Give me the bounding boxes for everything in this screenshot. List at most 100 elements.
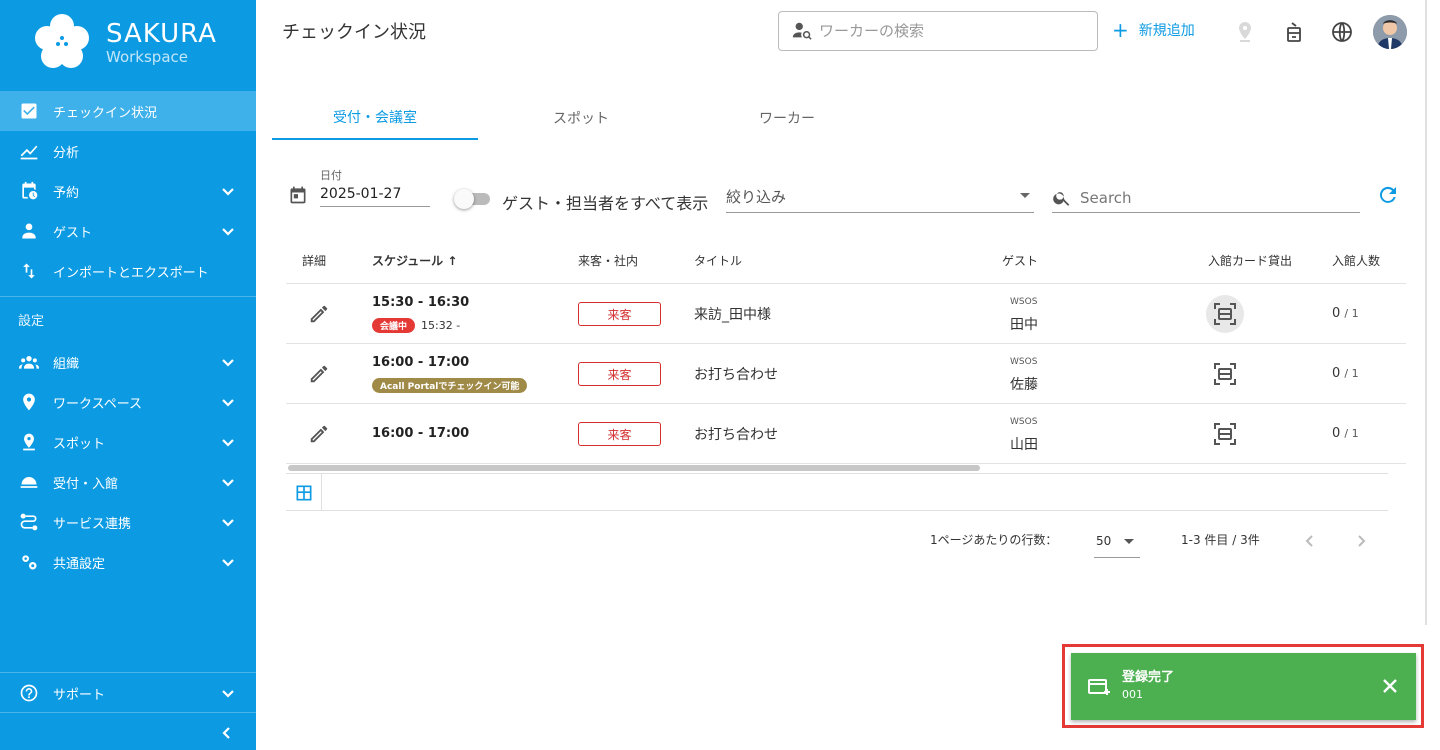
prev-page-icon[interactable]	[1302, 533, 1318, 549]
page-title: チェックイン状況	[282, 22, 426, 43]
sidebar-item-label: サービス連携	[53, 516, 132, 532]
sidebar-item-common-settings[interactable]: 共通設定	[0, 542, 256, 582]
brand[interactable]: SAKURA Workspace	[32, 12, 217, 72]
sidebar-support: サポート	[0, 672, 256, 713]
sidebar-section-settings: 設定	[18, 314, 45, 329]
vertical-scrollbar[interactable]	[1425, 0, 1427, 625]
sidebar-item-guests[interactable]: ゲスト	[0, 211, 256, 251]
user-avatar[interactable]	[1373, 15, 1407, 49]
chevron-down-icon	[220, 354, 236, 370]
person-search-icon	[792, 22, 812, 40]
entry-count: 0 / 1	[1332, 366, 1359, 381]
sidebar-collapse-row	[0, 712, 256, 750]
table-view-icon[interactable]	[286, 474, 322, 511]
th-visitor-type: 来客・社内	[578, 254, 639, 268]
add-new-button[interactable]: + 新規追加	[1112, 20, 1195, 40]
table-search-input[interactable]	[1080, 188, 1350, 207]
visitor-type-chip: 来客	[578, 422, 661, 446]
chevron-left-icon[interactable]	[220, 725, 234, 739]
entry-count-total: / 1	[1344, 427, 1359, 440]
toast-detail: 001	[1122, 688, 1143, 701]
status-badge: 会議中	[372, 318, 416, 333]
brand-subtitle: Workspace	[106, 48, 188, 66]
dropdown-arrow-icon	[1020, 193, 1030, 198]
toggle-thumb	[454, 189, 474, 209]
next-page-icon[interactable]	[1353, 533, 1369, 549]
tab-reception-meeting-room[interactable]: 受付・会議室	[272, 96, 478, 140]
table-row[interactable]: 16:00 - 17:00 Acall Portalでチェックイン可能 来客 お…	[286, 344, 1406, 404]
group-icon	[18, 351, 40, 373]
rows-per-page-select[interactable]: 50	[1094, 528, 1140, 558]
person-badge-icon	[18, 220, 40, 242]
refresh-icon[interactable]	[1376, 183, 1400, 207]
visitor-type-chip: 来客	[578, 302, 661, 326]
table-search[interactable]	[1052, 183, 1360, 213]
close-icon[interactable]	[1380, 676, 1400, 696]
chevron-down-icon	[220, 394, 236, 410]
rows-per-page-value: 50	[1096, 534, 1112, 548]
sidebar-item-spot[interactable]: スポット	[0, 422, 256, 462]
edit-icon[interactable]	[308, 423, 330, 445]
sidebar-item-import-export[interactable]: インポートとエクスポート	[0, 251, 256, 291]
sidebar-item-checkin-status[interactable]: チェックイン状況	[0, 91, 256, 131]
tab-spot[interactable]: スポット	[478, 96, 684, 140]
edit-icon[interactable]	[308, 303, 330, 325]
sidebar-item-label: チェックイン状況	[53, 105, 158, 121]
checkin-table: 詳細 スケジュール ↑ 来客・社内 タイトル ゲスト 入館カード貸出 入館人数 …	[286, 240, 1406, 464]
schedule-status: 会議中 15:32 -	[372, 317, 460, 333]
pagination-range: 1-3 件目 / 3件	[1181, 533, 1260, 547]
plus-icon: +	[1112, 18, 1129, 42]
sidebar-item-analytics[interactable]: 分析	[0, 131, 256, 171]
th-schedule[interactable]: スケジュール ↑	[372, 252, 457, 269]
sidebar-item-organization[interactable]: 組織	[0, 342, 256, 382]
card-scan-icon[interactable]	[1206, 295, 1244, 333]
dropdown-arrow-icon	[1124, 539, 1134, 544]
filter-select-value: 絞り込み	[726, 188, 787, 206]
toast-title: 登録完了	[1122, 670, 1175, 685]
horizontal-scrollbar[interactable]	[286, 463, 1392, 473]
chevron-down-icon	[220, 474, 236, 490]
scrollbar-thumb[interactable]	[288, 465, 980, 471]
globe-icon[interactable]	[1330, 20, 1354, 44]
schedule-time: 16:00 - 17:00	[372, 426, 470, 441]
help-circle-icon	[18, 682, 40, 704]
sidebar-item-workspace[interactable]: ワークスペース	[0, 382, 256, 422]
sakura-logo-icon	[32, 12, 92, 72]
schedule-time: 16:00 - 17:00	[372, 355, 470, 370]
worker-search[interactable]	[778, 11, 1098, 51]
th-detail: 詳細	[302, 254, 327, 268]
edit-icon[interactable]	[308, 363, 330, 385]
sidebar-item-reservations[interactable]: 予約	[0, 171, 256, 211]
guest-name: 田中	[1010, 317, 1038, 333]
meeting-title: お打ち合わせ	[694, 367, 778, 383]
meeting-title: お打ち合わせ	[694, 427, 778, 443]
table-row[interactable]: 15:30 - 16:30 会議中 15:32 - 来客 来訪_田中様 WSOS …	[286, 284, 1406, 344]
table-row[interactable]: 16:00 - 17:00 来客 お打ち合わせ WSOS 山田 0 / 1	[286, 404, 1406, 464]
sidebar-item-integrations[interactable]: サービス連携	[0, 502, 256, 542]
sidebar-item-label: スポット	[53, 436, 106, 452]
show-all-toggle[interactable]	[454, 189, 492, 209]
sidebar-item-label: 共通設定	[53, 556, 106, 572]
chevron-down-icon	[220, 223, 236, 239]
sidebar-item-label: 組織	[53, 356, 80, 372]
main-content: チェックイン状況 + 新規追加 受付・会議室 スポット ワーカー 日付 2025…	[256, 0, 1440, 750]
worker-search-input[interactable]	[819, 22, 1069, 40]
table-toolbar	[286, 473, 1388, 511]
sidebar-item-support[interactable]: サポート	[0, 673, 256, 713]
sidebar: SAKURA Workspace チェックイン状況 分析 予約 ゲスト インポー…	[0, 0, 256, 750]
badge-printer-icon[interactable]	[1282, 20, 1306, 44]
sort-arrow-up-icon: ↑	[447, 254, 458, 268]
add-new-label: 新規追加	[1138, 23, 1195, 39]
location-pin-icon	[18, 391, 40, 413]
sidebar-item-label: ワークスペース	[53, 396, 143, 412]
card-scan-icon[interactable]	[1206, 355, 1244, 393]
sidebar-item-label: 受付・入館	[53, 476, 119, 492]
card-scan-icon[interactable]	[1206, 415, 1244, 453]
filter-select[interactable]: 絞り込み	[726, 183, 1034, 213]
sidebar-item-label: インポートとエクスポート	[53, 265, 209, 281]
date-value[interactable]: 2025-01-27	[320, 186, 430, 207]
sidebar-item-reception[interactable]: 受付・入館	[0, 462, 256, 502]
guest-name: 佐藤	[1010, 377, 1038, 393]
tab-worker[interactable]: ワーカー	[684, 96, 890, 140]
location-disabled-icon[interactable]	[1233, 20, 1257, 44]
